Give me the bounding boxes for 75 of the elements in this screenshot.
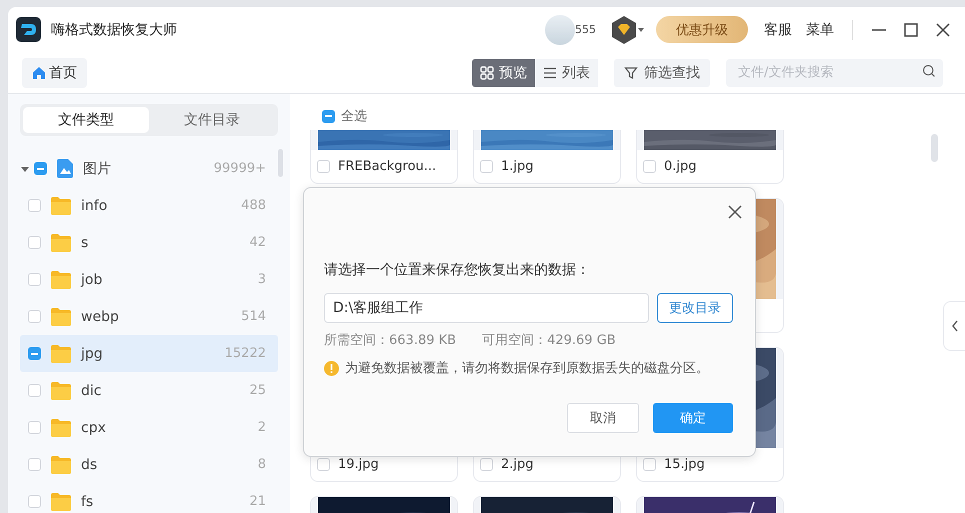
item-count: 2 [258, 420, 266, 435]
avatar[interactable] [545, 14, 575, 44]
warning-text: 为避免数据被覆盖，请勿将数据保存到原数据丢失的磁盘分区。 [345, 360, 709, 377]
tree-label[interactable]: webp [81, 308, 242, 324]
item-count: 15222 [224, 346, 266, 361]
checkbox[interactable] [322, 110, 335, 122]
file-name[interactable]: 2.jpg [501, 457, 534, 472]
folder-icon [51, 270, 71, 288]
path-field[interactable]: D:\客服组工作 [324, 293, 650, 323]
item-count: 514 [241, 309, 266, 324]
search-icon[interactable] [922, 64, 936, 78]
checkbox[interactable] [28, 347, 41, 360]
tree-label[interactable]: s [81, 234, 250, 250]
view-toggle[interactable]: 预览 [472, 58, 535, 86]
file-name[interactable]: 0.jpg [664, 159, 697, 174]
scrollbar[interactable] [278, 149, 283, 177]
folder-icon [51, 382, 71, 400]
folder-icon [51, 234, 71, 252]
required-space: 所需空间：663.89 KB [324, 332, 456, 349]
window-title: 嗨格式数据恢复大师 [51, 20, 177, 38]
header-link[interactable]: 菜单 [806, 20, 834, 38]
tree-label[interactable]: cpx [81, 420, 258, 436]
select-all-label[interactable]: 全选 [341, 107, 367, 125]
image-file-icon [57, 159, 73, 178]
scrollbar[interactable] [931, 134, 938, 162]
item-count: 488 [241, 198, 266, 213]
folder-icon [51, 492, 71, 510]
chevron-left-icon [950, 320, 958, 332]
tree-label[interactable]: dic [81, 382, 250, 398]
home-icon [32, 66, 46, 80]
available-space: 可用空间：429.69 GB [482, 332, 616, 349]
header-link[interactable]: 客服 [764, 20, 792, 38]
home-button[interactable]: 首页 [22, 58, 87, 88]
folder-icon [51, 196, 71, 214]
warning-icon [324, 360, 339, 376]
checkbox[interactable] [34, 162, 47, 175]
folder-icon [51, 456, 71, 474]
tree-label[interactable]: 图片 [83, 160, 214, 178]
search-field[interactable]: 文件/文件夹搜索 [726, 58, 943, 86]
item-count: 8 [258, 457, 266, 472]
view-toggle[interactable]: 列表 [535, 58, 598, 86]
list-icon [543, 66, 557, 80]
app-logo [16, 17, 41, 42]
file-name[interactable]: FREBackgrou... [338, 159, 436, 174]
diamond-badge-icon[interactable] [610, 14, 644, 44]
points-count: 555 [575, 23, 596, 36]
filter-button[interactable]: 筛选查找 [614, 58, 710, 86]
item-count: 3 [258, 272, 266, 287]
item-count: 21 [249, 494, 266, 509]
file-name[interactable]: 19.jpg [338, 457, 379, 472]
maximize-icon[interactable] [903, 22, 919, 38]
tree-label[interactable]: fs [81, 494, 250, 510]
sidebar-tab[interactable]: 文件类型 [23, 107, 149, 133]
filter-icon [624, 66, 638, 80]
close-icon[interactable] [935, 22, 951, 38]
upgrade-button[interactable]: 优惠升级 [656, 16, 748, 43]
change-folder-button[interactable]: 更改目录 [657, 293, 733, 323]
folder-icon [51, 344, 71, 362]
item-count: 99999+ [214, 161, 266, 176]
item-count: 42 [249, 235, 266, 250]
item-count: 25 [249, 383, 266, 398]
sidebar-tab[interactable]: 文件目录 [149, 107, 275, 133]
close-icon[interactable] [727, 204, 743, 220]
grid-icon [480, 66, 494, 80]
cancel-button[interactable]: 取消 [567, 403, 639, 433]
folder-icon [51, 418, 71, 436]
dialog-prompt: 请选择一个位置来保存您恢复出来的数据： [324, 261, 591, 279]
file-name[interactable]: 15.jpg [664, 457, 705, 472]
tree-label[interactable]: jpg [81, 346, 225, 362]
file-name[interactable]: 1.jpg [501, 159, 534, 174]
collapse-panel-button[interactable] [943, 301, 965, 351]
tree-label[interactable]: info [81, 198, 242, 214]
folder-icon [51, 308, 71, 326]
tree-label[interactable]: ds [81, 456, 258, 472]
tree-label[interactable]: job [81, 272, 258, 288]
